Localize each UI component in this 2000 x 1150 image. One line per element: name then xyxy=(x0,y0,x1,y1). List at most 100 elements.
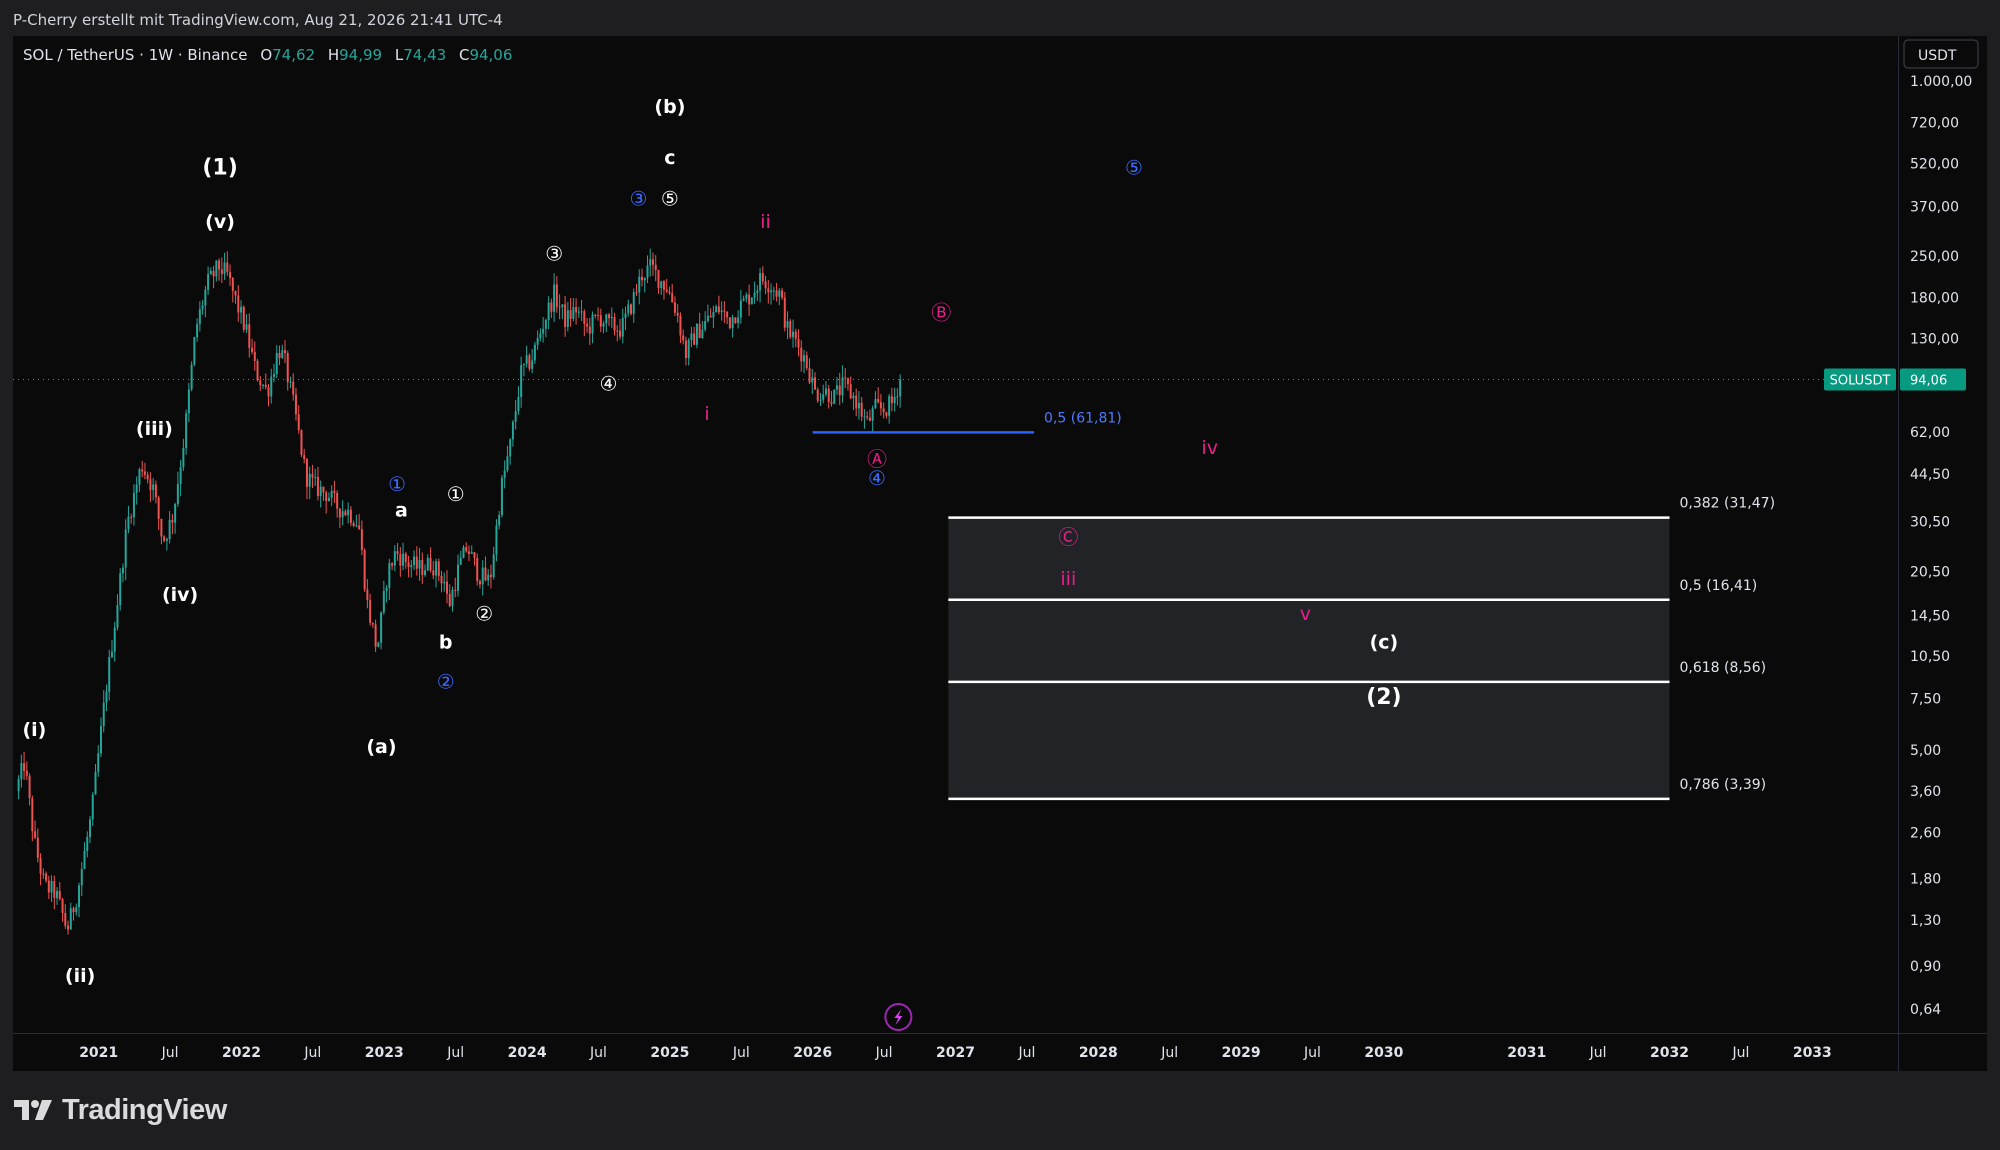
candle-body xyxy=(237,295,240,313)
candle-body xyxy=(566,310,569,327)
symbol-name[interactable]: SOL / TetherUS · 1W · Binance xyxy=(23,46,248,64)
candle-body xyxy=(31,798,34,832)
candle-body xyxy=(190,364,193,390)
attribution-text: P-Cherry erstellt mit TradingView.com, A… xyxy=(13,11,503,29)
time-tick-label: Jul xyxy=(1303,1045,1321,1061)
candle-body xyxy=(860,402,863,417)
candle-body xyxy=(827,388,830,403)
candle-body xyxy=(78,885,81,908)
candle-body xyxy=(201,305,204,310)
event-lightning-icon[interactable] xyxy=(884,1003,913,1031)
candle-body xyxy=(536,337,539,345)
candle-body xyxy=(569,310,572,319)
high-label: H xyxy=(327,46,340,64)
tradingview-logo[interactable]: TradingView xyxy=(14,1090,227,1130)
wave-label: (i) xyxy=(22,719,46,741)
candle-body xyxy=(212,270,215,277)
candle-body xyxy=(487,574,490,581)
fib-level-label: 0,618 (8,56) xyxy=(1680,660,1767,676)
candle-body xyxy=(896,396,899,398)
wave-label: iv xyxy=(1201,437,1218,459)
time-tick-label: 2026 xyxy=(793,1045,832,1061)
price-tick-label: 1,30 xyxy=(1910,913,1941,929)
candle-body xyxy=(105,691,108,703)
candle-body xyxy=(635,292,638,294)
candle-body xyxy=(717,306,720,313)
candle-body xyxy=(753,292,756,298)
wave-label: (iii) xyxy=(136,418,173,440)
candle-body xyxy=(248,324,251,348)
time-tick-label: 2033 xyxy=(1793,1045,1832,1061)
candle-body xyxy=(124,529,127,568)
candle-body xyxy=(209,270,212,275)
candle-body xyxy=(803,355,806,362)
candle-body xyxy=(805,355,808,369)
wave-label: v xyxy=(1300,603,1311,625)
candle-body xyxy=(478,581,481,585)
candle-body xyxy=(597,314,600,316)
candle-body xyxy=(528,355,531,369)
candle-body xyxy=(841,377,844,396)
candle-body xyxy=(866,416,869,418)
candle-body xyxy=(347,509,350,516)
wave-label: (ii) xyxy=(65,965,95,987)
candle-body xyxy=(281,350,284,359)
candle-body xyxy=(245,324,248,330)
time-tick-label: Jul xyxy=(589,1045,607,1061)
wave-circle-label: ① xyxy=(388,472,406,496)
candle-body xyxy=(599,315,602,327)
candle-body xyxy=(240,306,243,313)
candle-body xyxy=(509,439,512,457)
candle-body xyxy=(300,430,303,456)
price-chart-svg[interactable]: USDT 1.000,00 720,00 520,00 370,00 250,00 180,… xyxy=(13,36,1987,1071)
candle-body xyxy=(415,556,418,569)
time-tick-label: Jul xyxy=(161,1045,179,1061)
candle-body xyxy=(157,497,160,519)
candle-body xyxy=(531,360,534,369)
candle-body xyxy=(163,536,166,541)
candle-body xyxy=(456,564,459,591)
candle-body xyxy=(152,484,155,490)
time-tick-label: Jul xyxy=(1017,1045,1035,1061)
candle-body xyxy=(608,314,611,318)
wave-label: (c) xyxy=(1370,631,1399,653)
candle-body xyxy=(789,321,792,338)
candle-body xyxy=(234,290,237,296)
candle-body xyxy=(594,314,597,316)
candle-body xyxy=(877,399,880,403)
candle-body xyxy=(267,387,270,397)
candle-body xyxy=(517,396,520,412)
candle-body xyxy=(264,384,267,388)
candle-body xyxy=(198,309,201,325)
candle-body xyxy=(316,476,319,496)
candle-body xyxy=(558,306,561,308)
candle-body xyxy=(467,551,470,554)
time-tick-label: 2030 xyxy=(1364,1045,1403,1061)
candle-body xyxy=(215,260,218,277)
candle-body xyxy=(797,338,800,348)
time-tick-label: 2032 xyxy=(1650,1045,1689,1061)
candle-body xyxy=(366,589,369,601)
fib-support-label: 0,5 (61,81) xyxy=(1044,410,1122,426)
candle-body xyxy=(322,486,325,493)
candle-body xyxy=(701,329,704,339)
candle-body xyxy=(440,575,443,584)
candle-body xyxy=(693,333,696,345)
wave-label: (iv) xyxy=(162,584,198,606)
candle-body xyxy=(86,836,89,852)
fib-level-label: 0,5 (16,41) xyxy=(1680,578,1758,594)
candle-body xyxy=(808,368,811,383)
candle-body xyxy=(404,553,407,562)
candle-body xyxy=(402,553,405,566)
candle-body xyxy=(643,277,646,281)
chart-area[interactable]: USDT 1.000,00 720,00 520,00 370,00 250,00 180,… xyxy=(13,36,1987,1071)
price-tick-label: 20,50 xyxy=(1910,565,1950,581)
candle-body xyxy=(311,473,314,478)
candle-body xyxy=(303,455,306,460)
candle-body xyxy=(882,408,885,413)
candle-body xyxy=(553,284,556,312)
candle-body xyxy=(385,587,388,591)
candle-body xyxy=(830,402,833,404)
candle-body xyxy=(533,344,536,361)
candle-body xyxy=(822,394,825,400)
